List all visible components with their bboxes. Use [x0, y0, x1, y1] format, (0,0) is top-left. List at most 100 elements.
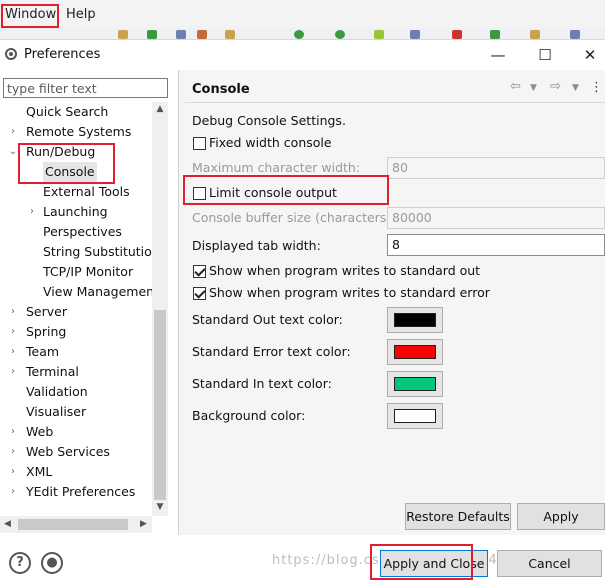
collapsed-arrow-icon[interactable]: › — [8, 442, 18, 462]
chevron-down-icon[interactable]: ▼ — [530, 83, 537, 93]
tree-item[interactable]: Visualiser — [0, 402, 152, 422]
forward-arrow-icon[interactable]: ⇨ — [550, 79, 561, 94]
background-color-button[interactable] — [387, 403, 443, 429]
tree-item[interactable]: › XML — [0, 462, 152, 482]
scroll-down-icon[interactable]: ▼ — [152, 502, 168, 512]
tab-width-field[interactable]: 8 — [387, 234, 605, 256]
toolbar-icon[interactable] — [570, 30, 580, 39]
toolbar-icon[interactable] — [374, 30, 384, 39]
filter-input[interactable] — [3, 78, 168, 98]
background-color-label: Background color: — [192, 408, 306, 423]
scroll-thumb[interactable] — [18, 519, 128, 530]
tree-item[interactable]: › Remote Systems — [0, 122, 152, 142]
toolbar-icon[interactable] — [490, 30, 500, 39]
close-button[interactable]: ✕ — [575, 44, 605, 66]
tree-item[interactable]: TCP/IP Monitor — [0, 262, 152, 282]
maximize-button[interactable]: ☐ — [530, 44, 560, 66]
menu-help[interactable]: Help — [66, 7, 96, 22]
collapsed-arrow-icon[interactable]: › — [27, 202, 37, 222]
tree-item[interactable]: Quick Search — [0, 102, 152, 122]
toolbar-icon[interactable] — [452, 30, 462, 39]
max-char-width-field[interactable]: 80 — [387, 157, 605, 179]
stdout-color-swatch — [394, 313, 436, 327]
collapsed-arrow-icon[interactable]: › — [8, 482, 18, 502]
expanded-arrow-icon[interactable]: ⌄ — [8, 142, 18, 162]
collapsed-arrow-icon[interactable]: › — [8, 462, 18, 482]
fixed-width-label: Fixed width console — [209, 135, 332, 150]
tree-item[interactable]: › Web — [0, 422, 152, 442]
show-stderr-checkbox[interactable] — [193, 287, 206, 300]
toolbar-icon[interactable] — [410, 30, 420, 39]
menu-window[interactable]: Window — [5, 7, 56, 22]
scroll-left-icon[interactable]: ◀ — [4, 516, 11, 533]
tree-item[interactable]: Perspectives — [0, 222, 152, 242]
toolbar-icon[interactable] — [335, 30, 345, 39]
scroll-right-icon[interactable]: ▶ — [140, 516, 147, 533]
toolbar-icon[interactable] — [147, 30, 157, 39]
cancel-button[interactable]: Cancel — [497, 550, 602, 577]
collapsed-arrow-icon[interactable]: › — [8, 422, 18, 442]
help-icon[interactable]: ? — [9, 552, 31, 574]
scroll-thumb[interactable] — [154, 310, 166, 500]
tree-item[interactable]: › YEdit Preferences — [0, 482, 152, 502]
tree-item-label: String Substitution — [43, 244, 152, 259]
tree-item-label: Quick Search — [26, 104, 109, 119]
apply-and-close-button[interactable]: Apply and Close — [380, 550, 488, 577]
tree-item[interactable]: ⌄ Run/Debug — [0, 142, 152, 162]
tree-item[interactable]: › Server — [0, 302, 152, 322]
collapsed-arrow-icon[interactable]: › — [8, 302, 18, 322]
chevron-down-icon[interactable]: ▼ — [572, 83, 579, 93]
collapsed-arrow-icon[interactable]: › — [8, 342, 18, 362]
back-arrow-icon[interactable]: ⇦ — [510, 79, 521, 94]
buffer-size-field[interactable]: 80000 — [387, 207, 605, 229]
tree-item-label: YEdit Preferences — [26, 484, 136, 499]
tree-item[interactable]: External Tools — [0, 182, 152, 202]
background-color-swatch — [394, 409, 436, 423]
toolbar-icon[interactable] — [197, 30, 207, 39]
tree-horizontal-scrollbar[interactable]: ◀ ▶ — [0, 516, 152, 533]
collapsed-arrow-icon[interactable]: › — [8, 122, 18, 142]
preference-tree: Quick Search › Remote Systems ⌄ Run/Debug Con… — [0, 102, 152, 516]
scroll-up-icon[interactable]: ▲ — [152, 104, 168, 114]
import-export-icon[interactable]: ● — [41, 552, 63, 574]
tree-item[interactable]: › Terminal — [0, 362, 152, 382]
tree-item-label: Validation — [26, 384, 88, 399]
tree-item[interactable]: View Management — [0, 282, 152, 302]
window-title: Preferences — [24, 47, 101, 62]
show-stderr-label: Show when program writes to standard err… — [209, 285, 490, 300]
tree-item-label: External Tools — [43, 184, 130, 199]
tree-item-label: Remote Systems — [26, 124, 132, 139]
tree-item-label: XML — [26, 464, 53, 479]
tree-item-label: Web — [26, 424, 54, 439]
tree-item-label: Visualiser — [26, 404, 87, 419]
tree-item[interactable]: › Web Services — [0, 442, 152, 462]
view-menu-icon[interactable]: ⋮ — [590, 80, 603, 95]
tree-item-label: Launching — [43, 204, 108, 219]
tree-item[interactable]: › Launching — [0, 202, 152, 222]
toolbar-icon[interactable] — [176, 30, 186, 39]
settings-description: Debug Console Settings. — [192, 113, 346, 128]
stdout-color-button[interactable] — [387, 307, 443, 333]
collapsed-arrow-icon[interactable]: › — [8, 322, 18, 342]
tree-item[interactable]: › Team — [0, 342, 152, 362]
fixed-width-checkbox[interactable] — [193, 137, 206, 150]
tree-item[interactable]: Validation — [0, 382, 152, 402]
tree-item[interactable]: › Spring — [0, 322, 152, 342]
stdin-color-button[interactable] — [387, 371, 443, 397]
buffer-size-label: Console buffer size (characters): — [192, 210, 396, 225]
limit-output-checkbox[interactable] — [193, 187, 206, 200]
toolbar-icon[interactable] — [530, 30, 540, 39]
restore-defaults-button[interactable]: Restore Defaults — [405, 503, 511, 530]
apply-button[interactable]: Apply — [517, 503, 605, 530]
show-stdout-checkbox[interactable] — [193, 265, 206, 278]
tree-item[interactable]: String Substitution — [0, 242, 152, 262]
collapsed-arrow-icon[interactable]: › — [8, 362, 18, 382]
stderr-color-button[interactable] — [387, 339, 443, 365]
toolbar-icon[interactable] — [225, 30, 235, 39]
tree-vertical-scrollbar[interactable]: ▲ ▼ — [152, 102, 168, 516]
toolbar-icon[interactable] — [294, 30, 304, 39]
toolbar-icon[interactable] — [118, 30, 128, 39]
tree-item-label: TCP/IP Monitor — [43, 264, 134, 279]
minimize-button[interactable]: — — [483, 44, 513, 66]
tree-item[interactable]: Console — [0, 162, 152, 182]
